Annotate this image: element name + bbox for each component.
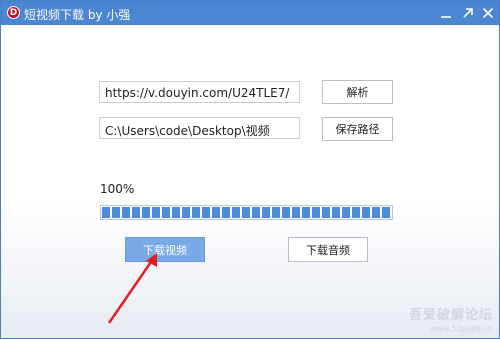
save-path-input[interactable]: C:\Users\code\Desktop\视频	[99, 117, 300, 139]
title-bar[interactable]: D 短视频下载 by 小强	[1, 1, 499, 25]
download-progress-bar	[100, 205, 393, 220]
minimize-button[interactable]	[436, 3, 456, 23]
app-logo-letter: D	[9, 7, 18, 18]
progress-percent-label: 100%	[100, 182, 135, 196]
parse-button[interactable]: 解析	[322, 80, 393, 104]
maximize-button[interactable]	[458, 3, 478, 23]
window-title: 短视频下载 by 小强	[24, 8, 131, 22]
red-arrow-annotation	[107, 253, 157, 324]
close-icon	[482, 7, 494, 19]
maximize-icon	[463, 8, 473, 18]
arrow-shaft	[107, 258, 155, 324]
watermark: 吾爱破解论坛 www.52pojie.cn	[403, 304, 493, 333]
app-window: D 短视频下载 by 小强 https://v.douyin.com/U24TL…	[0, 0, 500, 339]
close-button[interactable]	[478, 3, 498, 23]
progress-fill	[102, 207, 391, 218]
save-path-button[interactable]: 保存路径	[322, 117, 393, 141]
app-logo-icon: D	[7, 6, 20, 19]
watermark-title: 吾爱破解论坛	[408, 308, 493, 323]
watermark-url: www.52pojie.cn	[430, 324, 493, 333]
minimize-icon	[441, 16, 451, 18]
url-input[interactable]: https://v.douyin.com/U24TLE7/	[99, 81, 300, 103]
download-audio-button[interactable]: 下载音频	[288, 237, 368, 262]
